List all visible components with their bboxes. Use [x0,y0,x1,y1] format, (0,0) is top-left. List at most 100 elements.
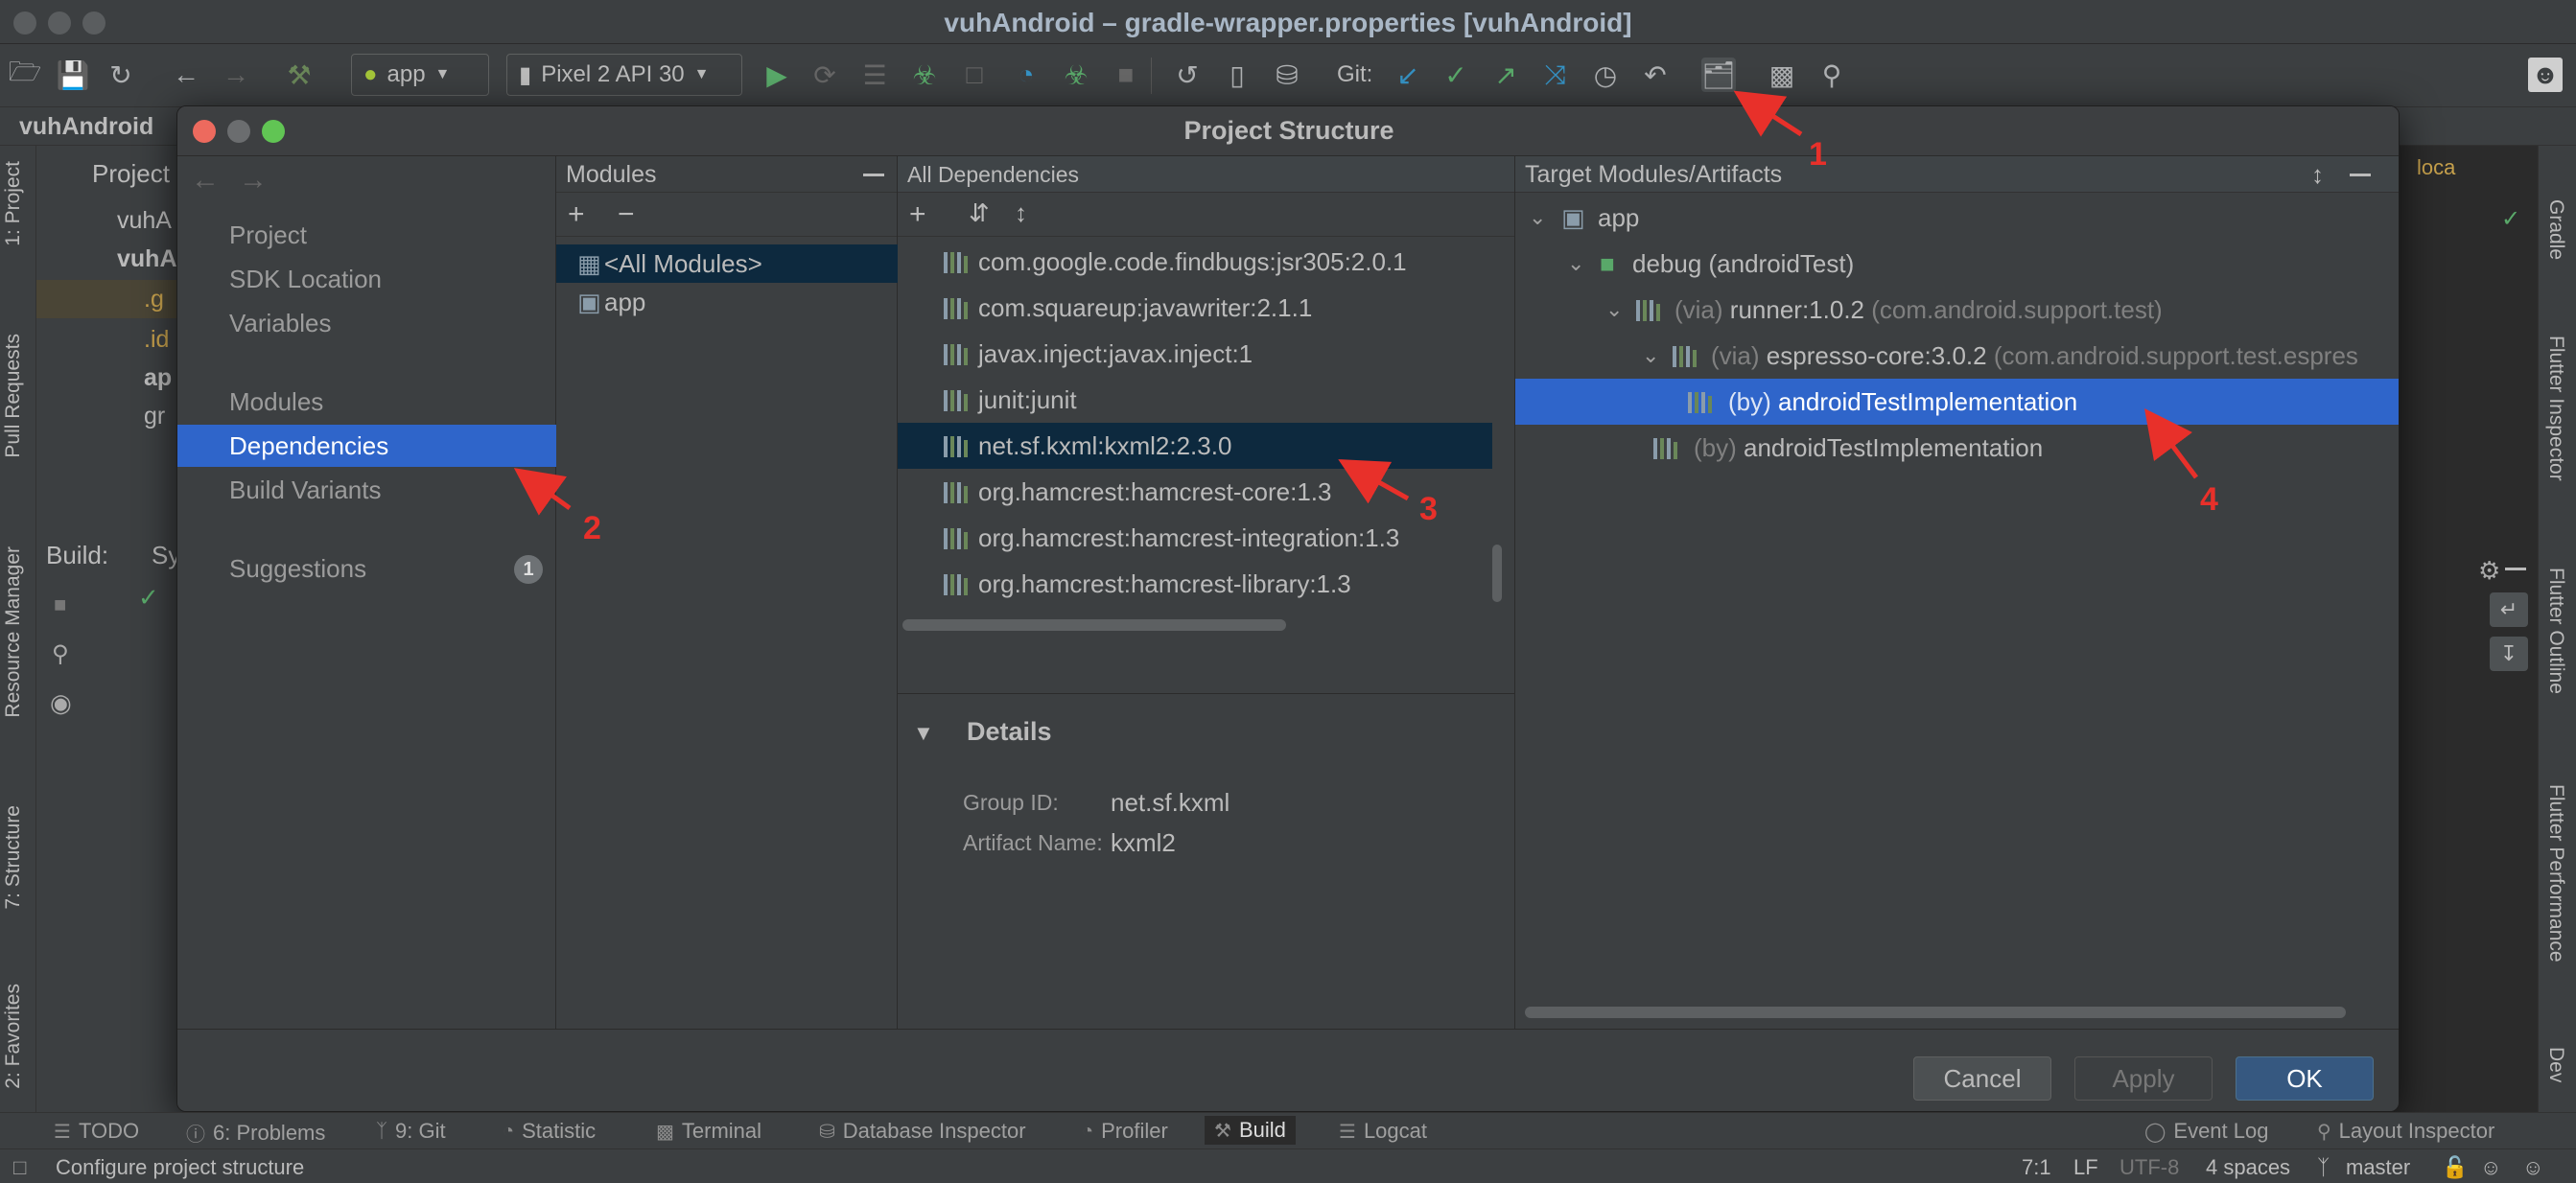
expand-all-icon[interactable]: ⇵ [969,198,990,228]
build-hammer-icon[interactable]: ⚒ [282,58,316,92]
tab-problems[interactable]: ⓘ 6: Problems [186,1119,325,1147]
layout-toggle-icon[interactable]: □ [13,1155,26,1180]
module-row-all[interactable]: ▦ <All Modules> [556,244,898,283]
nav-item-variables[interactable]: Variables [177,302,556,344]
git-push-icon[interactable]: ↗ [1488,58,1523,92]
target-row[interactable]: ⌄ ▣ app [1515,195,2399,241]
nav-item-sdk-location[interactable]: SDK Location [177,258,556,300]
apply-button[interactable]: Apply [2074,1056,2213,1101]
tab-layout-inspector[interactable]: ⚲ Layout Inspector [2317,1119,2494,1144]
run-icon[interactable]: ▶ [760,58,794,92]
lock-icon[interactable]: 🔓 [2442,1155,2468,1180]
tab-pull-requests[interactable]: Pull Requests [2,334,25,458]
collapse-panel-icon[interactable] [863,174,884,176]
dependency-row[interactable]: org.hamcrest:hamcrest-library:1.3 [898,561,1492,607]
debug-attach-icon[interactable]: ☣ [1059,58,1093,92]
dependency-row[interactable]: javax.inject:javax.inject:1 [898,331,1492,377]
collapse-all-icon[interactable]: ↕ [1015,198,1027,228]
dependency-row[interactable]: org.hamcrest:hamcrest-integration:1.3 [898,515,1492,561]
run-anything-icon[interactable]: ▩ [1765,58,1799,92]
line-separator[interactable]: LF [2073,1155,2098,1180]
save-icon[interactable]: 💾 [56,58,90,92]
tab-statistic[interactable]: ◔ Statistic [503,1119,596,1144]
feedback-face-icon[interactable]: ☺ [2522,1155,2543,1180]
add-module-icon[interactable]: + [568,198,585,231]
nav-item-suggestions[interactable]: Suggestions 1 [177,547,556,590]
minimize-panel-icon[interactable] [2505,568,2526,570]
tab-favorites[interactable]: 2: Favorites [2,984,25,1089]
profile-icon[interactable]: ◔ [1009,58,1043,92]
git-commit-icon[interactable]: ✓ [1439,58,1473,92]
git-history-icon[interactable]: ◷ [1588,58,1623,92]
tab-event-log[interactable]: ◯ Event Log [2144,1119,2268,1144]
nav-item-build-variants[interactable]: Build Variants [177,469,556,511]
tab-build[interactable]: ⚒ Build [1205,1116,1296,1145]
collapse-details-icon[interactable]: ▼ [913,721,934,746]
git-branch[interactable]: master [2346,1155,2410,1180]
chevron-down-icon[interactable]: ⌄ [1642,333,1659,379]
target-row-selected[interactable]: (by) androidTestImplementation [1515,379,2399,425]
module-row-app[interactable]: ▣ app [556,283,898,321]
target-row[interactable]: ⌄ (via) espresso-core:3.0.2 (com.android… [1515,333,2399,379]
targets-horizontal-scrollbar[interactable] [1525,1007,2346,1018]
caret-position[interactable]: 7:1 [2022,1155,2051,1180]
sync-icon[interactable]: ↻ [104,58,138,92]
search-icon[interactable]: ⚲ [1815,58,1849,92]
run-config-select[interactable]: ● app ▼ [351,54,489,96]
tab-gradle[interactable]: Gradle [2544,199,2567,260]
tab-todo[interactable]: ☰ TODO [54,1119,139,1144]
chevron-down-icon[interactable]: ⌄ [1605,287,1623,333]
sync-gradle-icon[interactable]: ↺ [1170,58,1205,92]
device-manager-icon[interactable]: ▯ [1220,58,1254,92]
git-merge-icon[interactable]: ⤨ [1538,58,1573,92]
account-icon[interactable]: ☻ [2528,58,2563,92]
nav-back-icon[interactable]: ← [191,164,220,197]
cancel-button[interactable]: Cancel [1913,1056,2051,1101]
indent-setting[interactable]: 4 spaces [2206,1155,2290,1180]
hide-panel-icon[interactable] [2350,174,2371,176]
tab-project[interactable]: 1: Project [2,161,25,246]
dependency-row[interactable]: org.hamcrest:hamcrest-core:1.3 [898,469,1492,515]
nav-item-project[interactable]: Project [177,214,556,256]
add-dependency-icon[interactable]: + [909,198,926,231]
debug-icon[interactable]: ☣ [907,58,942,92]
back-icon[interactable]: ← [169,58,203,92]
ok-button[interactable]: OK [2236,1056,2374,1101]
device-select[interactable]: ▮ Pixel 2 API 30 ▼ [506,54,742,96]
attach-debugger-icon[interactable]: □ [957,58,992,92]
target-row[interactable]: ⌄ ■ debug (androidTest) [1515,241,2399,287]
apply-code-changes-icon[interactable]: ☰ [857,58,892,92]
tab-dev[interactable]: Dev [2544,1047,2567,1082]
target-row[interactable]: ⌄ (via) runner:1.0.2 (com.android.suppor… [1515,287,2399,333]
inspector-face-icon[interactable]: ☺ [2480,1155,2501,1180]
project-structure-icon[interactable]: 🗂 [1701,58,1736,92]
file-encoding[interactable]: UTF-8 [2119,1155,2179,1180]
nav-item-dependencies[interactable]: Dependencies [177,425,556,467]
tab-git[interactable]: ᛉ 9: Git [376,1119,446,1144]
sdk-manager-icon[interactable]: ⛁ [1270,58,1304,92]
apply-changes-icon[interactable]: ⟳ [808,58,842,92]
dependencies-vertical-scrollbar[interactable] [1492,545,1502,602]
target-row[interactable]: (by) androidTestImplementation [1515,425,2399,471]
remove-module-icon[interactable]: − [618,198,635,231]
git-rollback-icon[interactable]: ↶ [1638,58,1673,92]
tab-structure[interactable]: 7: Structure [2,805,25,910]
tab-resource-manager[interactable]: Resource Manager [2,546,25,718]
tab-flutter-outline[interactable]: Flutter Outline [2544,568,2567,694]
stop-icon[interactable]: ■ [54,592,66,617]
scroll-to-end-icon[interactable]: ↧ [2490,637,2528,671]
pin-icon[interactable]: ⚲ [52,640,69,668]
tab-terminal[interactable]: ▩ Terminal [656,1119,761,1144]
tab-logcat[interactable]: ☰ Logcat [1339,1119,1427,1144]
collapse-all-icon[interactable]: ↕ [2311,160,2324,190]
chevron-down-icon[interactable]: ⌄ [1529,195,1546,241]
git-update-icon[interactable]: ↙ [1391,58,1425,92]
forward-icon[interactable]: → [219,58,253,92]
tab-database-inspector[interactable]: ⛁ Database Inspector [819,1119,1026,1144]
dependency-row[interactable]: com.google.code.findbugs:jsr305:2.0.1 [898,239,1492,285]
open-folder-icon[interactable]: 🗁 [8,57,42,92]
dependency-row[interactable]: junit:junit [898,377,1492,423]
settings-gear-icon[interactable]: ⚙ [2478,556,2500,586]
dependency-row-selected[interactable]: net.sf.kxml:kxml2:2.3.0 [898,423,1492,469]
soft-wrap-icon[interactable]: ↵ [2490,592,2528,627]
